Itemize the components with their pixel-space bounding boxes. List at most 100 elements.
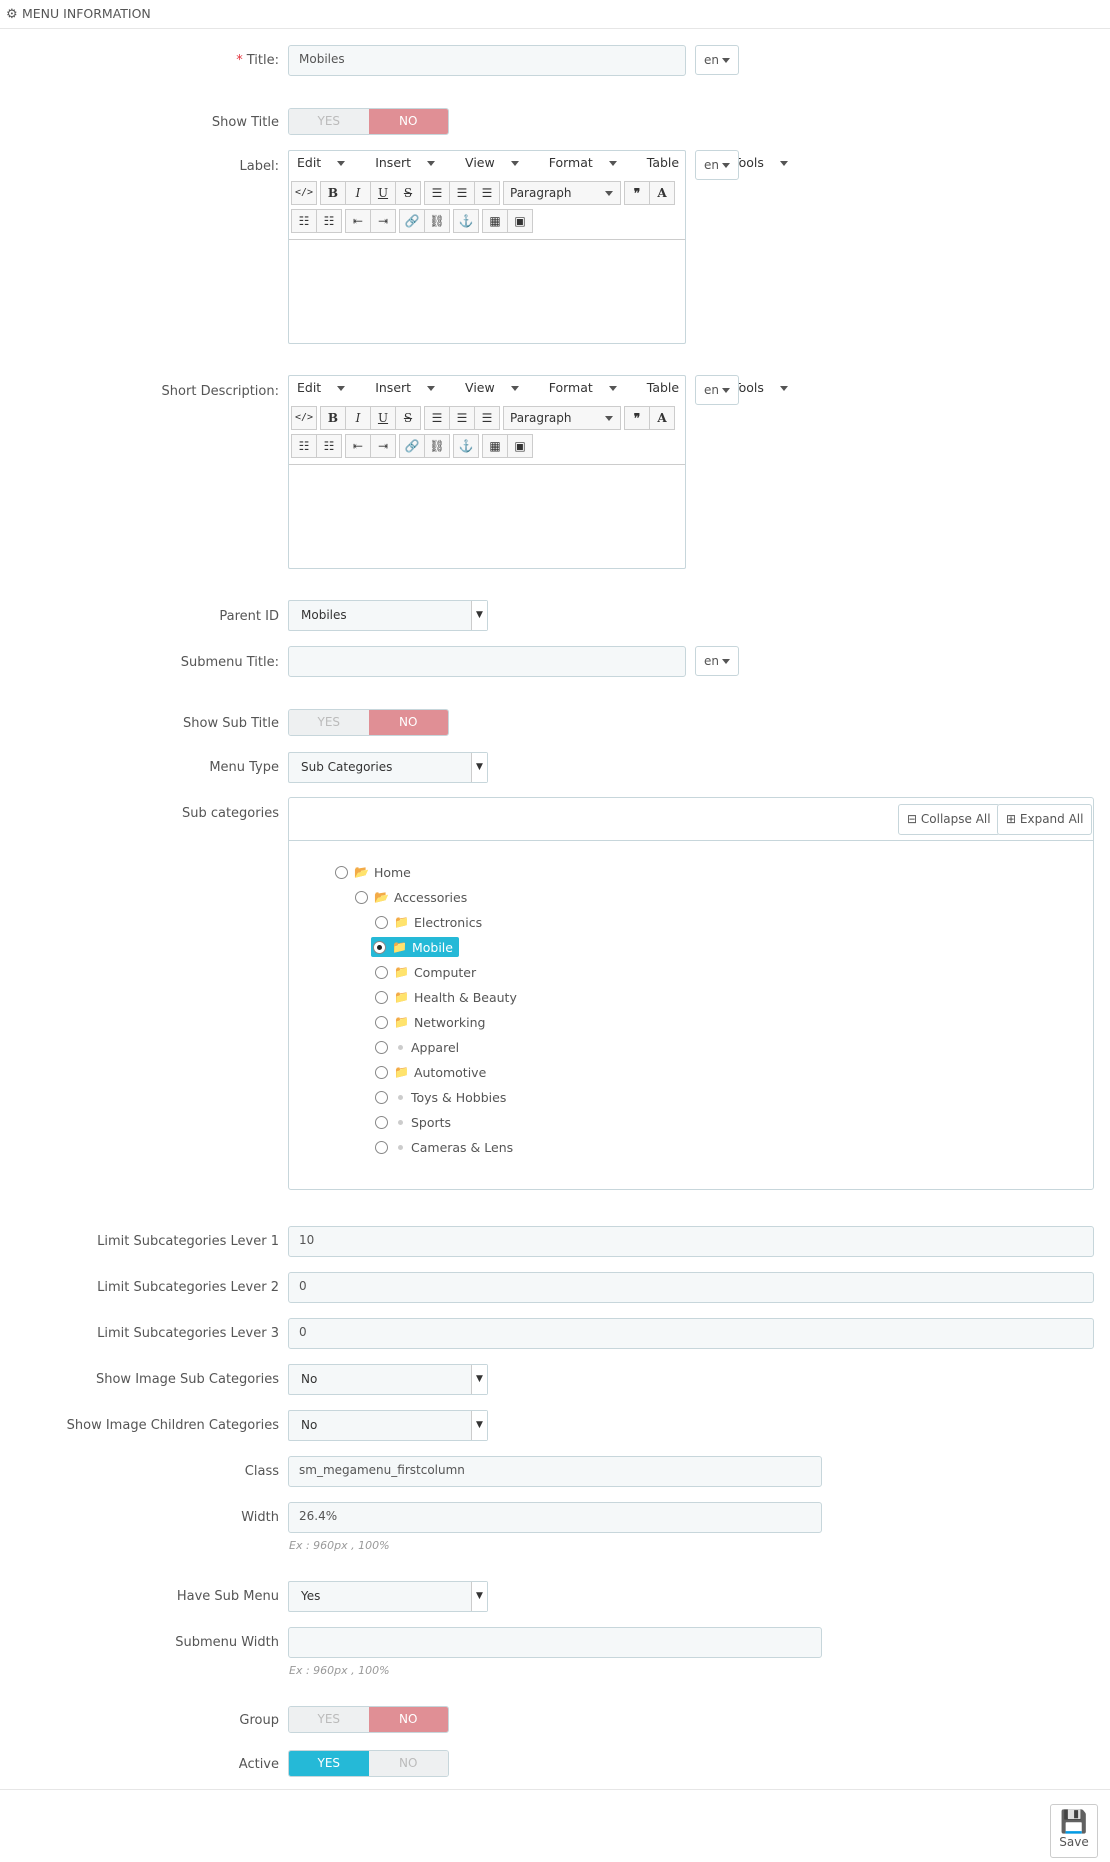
bold-icon[interactable]: B (320, 406, 346, 430)
have-sub-menu-select[interactable]: Yes ▼ (288, 1581, 488, 1612)
show-image-children-select[interactable]: No ▼ (288, 1410, 488, 1441)
radio-button[interactable] (375, 915, 388, 929)
unlink-icon[interactable]: ⛓ (424, 434, 450, 458)
anchor-icon[interactable]: ⚓ (453, 209, 479, 233)
italic-icon[interactable]: I (345, 406, 371, 430)
underline-icon[interactable]: U (370, 181, 396, 205)
group-switch[interactable]: YES NO (288, 1706, 449, 1733)
outdent-icon[interactable]: ⇤ (345, 434, 371, 458)
tree-item-sports[interactable]: Sports (375, 1112, 451, 1132)
text-color-icon[interactable]: A (649, 181, 675, 205)
limit-1-input[interactable]: 10 (288, 1226, 1094, 1257)
radio-button[interactable] (375, 1015, 388, 1029)
strikethrough-icon[interactable]: S (395, 181, 421, 205)
image-icon[interactable]: ▣ (507, 209, 533, 233)
show-title-switch[interactable]: YES NO (288, 108, 449, 135)
indent-icon[interactable]: ⇥ (370, 209, 396, 233)
unlink-icon[interactable]: ⛓ (424, 209, 450, 233)
radio-button[interactable] (375, 1115, 388, 1129)
align-right-icon[interactable]: ☰ (474, 406, 500, 430)
media-icon[interactable]: ▦ (482, 434, 508, 458)
tree-item-home[interactable]: 📂 Home (335, 862, 411, 882)
numbered-list-icon[interactable]: ☷ (316, 209, 342, 233)
menu-insert[interactable]: Insert (375, 155, 448, 170)
tree-item-accessories[interactable]: 📂 Accessories (355, 887, 467, 907)
bullet-list-icon[interactable]: ☷ (291, 209, 317, 233)
title-lang-dropdown[interactable]: en (695, 45, 739, 75)
tree-item-health-beauty[interactable]: 📁 Health & Beauty (375, 987, 517, 1007)
align-left-icon[interactable]: ☰ (424, 181, 450, 205)
blockquote-icon[interactable]: ❞ (624, 181, 650, 205)
indent-icon[interactable]: ⇥ (370, 434, 396, 458)
tree-item-toys-hobbies[interactable]: Toys & Hobbies (375, 1087, 506, 1107)
source-code-icon[interactable]: </> (291, 406, 317, 430)
radio-button-checked[interactable] (373, 940, 386, 954)
radio-button[interactable] (355, 890, 368, 904)
bold-icon[interactable]: B (320, 181, 346, 205)
media-icon[interactable]: ▦ (482, 209, 508, 233)
menu-view[interactable]: View (465, 380, 532, 395)
link-icon[interactable]: 🔗 (399, 209, 425, 233)
source-code-icon[interactable]: </> (291, 181, 317, 205)
menu-tools[interactable]: Tools (733, 155, 801, 170)
radio-button[interactable] (375, 990, 388, 1004)
menu-tools[interactable]: Tools (733, 380, 801, 395)
align-left-icon[interactable]: ☰ (424, 406, 450, 430)
expand-all-button[interactable]: ⊞ Expand All (997, 804, 1093, 835)
group-no[interactable]: NO (368, 1707, 448, 1732)
active-yes[interactable]: YES (289, 1751, 369, 1776)
tree-item-mobile[interactable]: 📁 Mobile (371, 937, 459, 957)
show-sub-title-yes[interactable]: YES (289, 710, 369, 735)
radio-button[interactable] (375, 1090, 388, 1104)
tree-item-automotive[interactable]: 📁 Automotive (375, 1062, 486, 1082)
menu-edit[interactable]: Edit (297, 380, 358, 395)
submenu-title-input[interactable] (288, 646, 686, 677)
show-title-no[interactable]: NO (368, 109, 448, 134)
italic-icon[interactable]: I (345, 181, 371, 205)
show-sub-title-switch[interactable]: YES NO (288, 709, 449, 736)
short-description-edit-area[interactable] (289, 464, 685, 568)
submenu-width-input[interactable] (288, 1627, 822, 1658)
active-no[interactable]: NO (368, 1751, 448, 1776)
blockquote-icon[interactable]: ❞ (624, 406, 650, 430)
radio-button[interactable] (375, 1065, 388, 1079)
submenu-title-lang-dropdown[interactable]: en (695, 646, 739, 676)
radio-button[interactable] (375, 1140, 388, 1154)
tree-item-cameras-lens[interactable]: Cameras & Lens (375, 1137, 513, 1157)
bullet-list-icon[interactable]: ☷ (291, 434, 317, 458)
class-input[interactable]: sm_megamenu_firstcolumn (288, 1456, 822, 1487)
block-format-dropdown[interactable]: Paragraph (503, 181, 621, 205)
limit-3-input[interactable]: 0 (288, 1318, 1094, 1349)
tree-item-apparel[interactable]: Apparel (375, 1037, 459, 1057)
anchor-icon[interactable]: ⚓ (453, 434, 479, 458)
title-input[interactable]: Mobiles (288, 45, 686, 76)
active-switch[interactable]: YES NO (288, 1750, 449, 1777)
show-sub-title-no[interactable]: NO (368, 710, 448, 735)
menu-insert[interactable]: Insert (375, 380, 448, 395)
align-right-icon[interactable]: ☰ (474, 181, 500, 205)
radio-button[interactable] (335, 865, 348, 879)
menu-edit[interactable]: Edit (297, 155, 358, 170)
block-format-dropdown[interactable]: Paragraph (503, 406, 621, 430)
menu-format[interactable]: Format (549, 155, 630, 170)
text-color-icon[interactable]: A (649, 406, 675, 430)
menu-view[interactable]: View (465, 155, 532, 170)
label-lang-dropdown[interactable]: en (695, 150, 739, 180)
align-center-icon[interactable]: ☰ (449, 181, 475, 205)
show-image-sub-select[interactable]: No ▼ (288, 1364, 488, 1395)
outdent-icon[interactable]: ⇤ (345, 209, 371, 233)
label-edit-area[interactable] (289, 239, 685, 343)
tree-item-electronics[interactable]: 📁 Electronics (375, 912, 482, 932)
underline-icon[interactable]: U (370, 406, 396, 430)
limit-2-input[interactable]: 0 (288, 1272, 1094, 1303)
radio-button[interactable] (375, 965, 388, 979)
image-icon[interactable]: ▣ (507, 434, 533, 458)
group-yes[interactable]: YES (289, 1707, 369, 1732)
show-title-yes[interactable]: YES (289, 109, 369, 134)
save-button[interactable]: 💾 Save (1050, 1804, 1098, 1858)
menu-format[interactable]: Format (549, 380, 630, 395)
radio-button[interactable] (375, 1040, 388, 1054)
align-center-icon[interactable]: ☰ (449, 406, 475, 430)
width-input[interactable]: 26.4% (288, 1502, 822, 1533)
parent-id-select[interactable]: Mobiles ▼ (288, 600, 488, 631)
